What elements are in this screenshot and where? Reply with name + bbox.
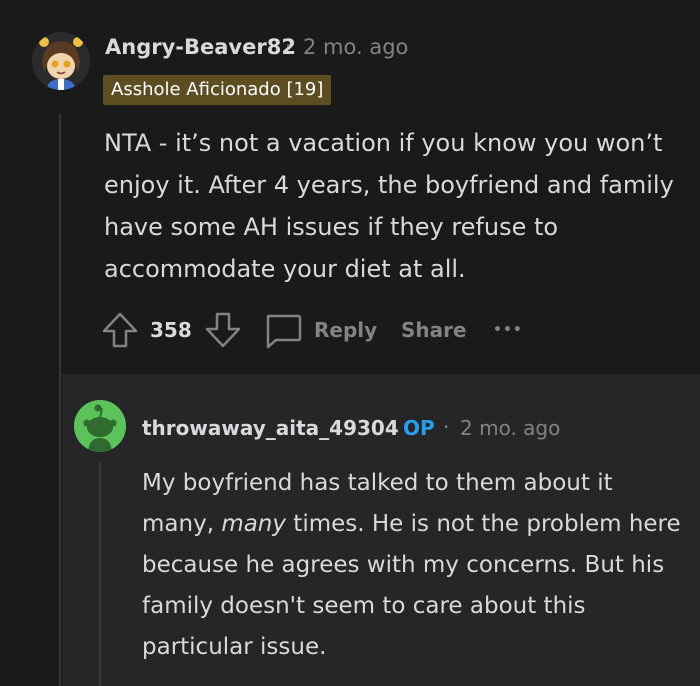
upvote-button[interactable] xyxy=(100,308,140,352)
op-badge: OP xyxy=(403,416,435,440)
reply-timestamp[interactable]: 2 mo. ago xyxy=(460,416,560,440)
cartoon-avatar-icon xyxy=(32,32,90,90)
reply-button[interactable]: Reply xyxy=(262,308,377,352)
meta-separator: · xyxy=(285,34,292,58)
upvote-icon xyxy=(102,312,138,348)
reply-body: My boyfriend has talked to them about it… xyxy=(142,463,687,668)
vote-count: 358 xyxy=(150,318,192,342)
reply-author[interactable]: throwaway_aita_49304 xyxy=(142,416,399,440)
more-options-button[interactable]: ••• xyxy=(493,308,523,352)
share-label: Share xyxy=(401,318,467,342)
reply-user-avatar[interactable] xyxy=(74,400,126,452)
comment-body: NTA - it’s not a vacation if you know yo… xyxy=(104,129,674,283)
user-flair: Asshole Aficionado [19] xyxy=(103,75,332,105)
reply-label: Reply xyxy=(314,318,378,342)
downvote-button[interactable] xyxy=(203,308,243,352)
reply-body-emphasis: many xyxy=(221,511,286,537)
comment-actions: 358 Reply Share ••• xyxy=(100,308,540,352)
comment-timestamp[interactable]: 2 mo. ago xyxy=(303,35,408,59)
comment-thread: Angry-Beaver82 · 2 mo. ago Asshole Afici… xyxy=(0,0,700,686)
downvote-icon xyxy=(205,312,241,348)
user-avatar[interactable] xyxy=(32,32,90,90)
more-icon: ••• xyxy=(493,322,523,338)
vote-count-wrap: 358 xyxy=(150,308,192,352)
comment-author[interactable]: Angry-Beaver82 xyxy=(105,35,296,59)
reply-meta-separator: · xyxy=(443,415,450,439)
share-button[interactable]: Share xyxy=(401,308,467,352)
thread-line[interactable] xyxy=(59,114,61,686)
snoo-avatar-icon xyxy=(74,400,126,452)
reply-thread-line[interactable] xyxy=(99,462,101,686)
comment-icon xyxy=(266,314,302,349)
